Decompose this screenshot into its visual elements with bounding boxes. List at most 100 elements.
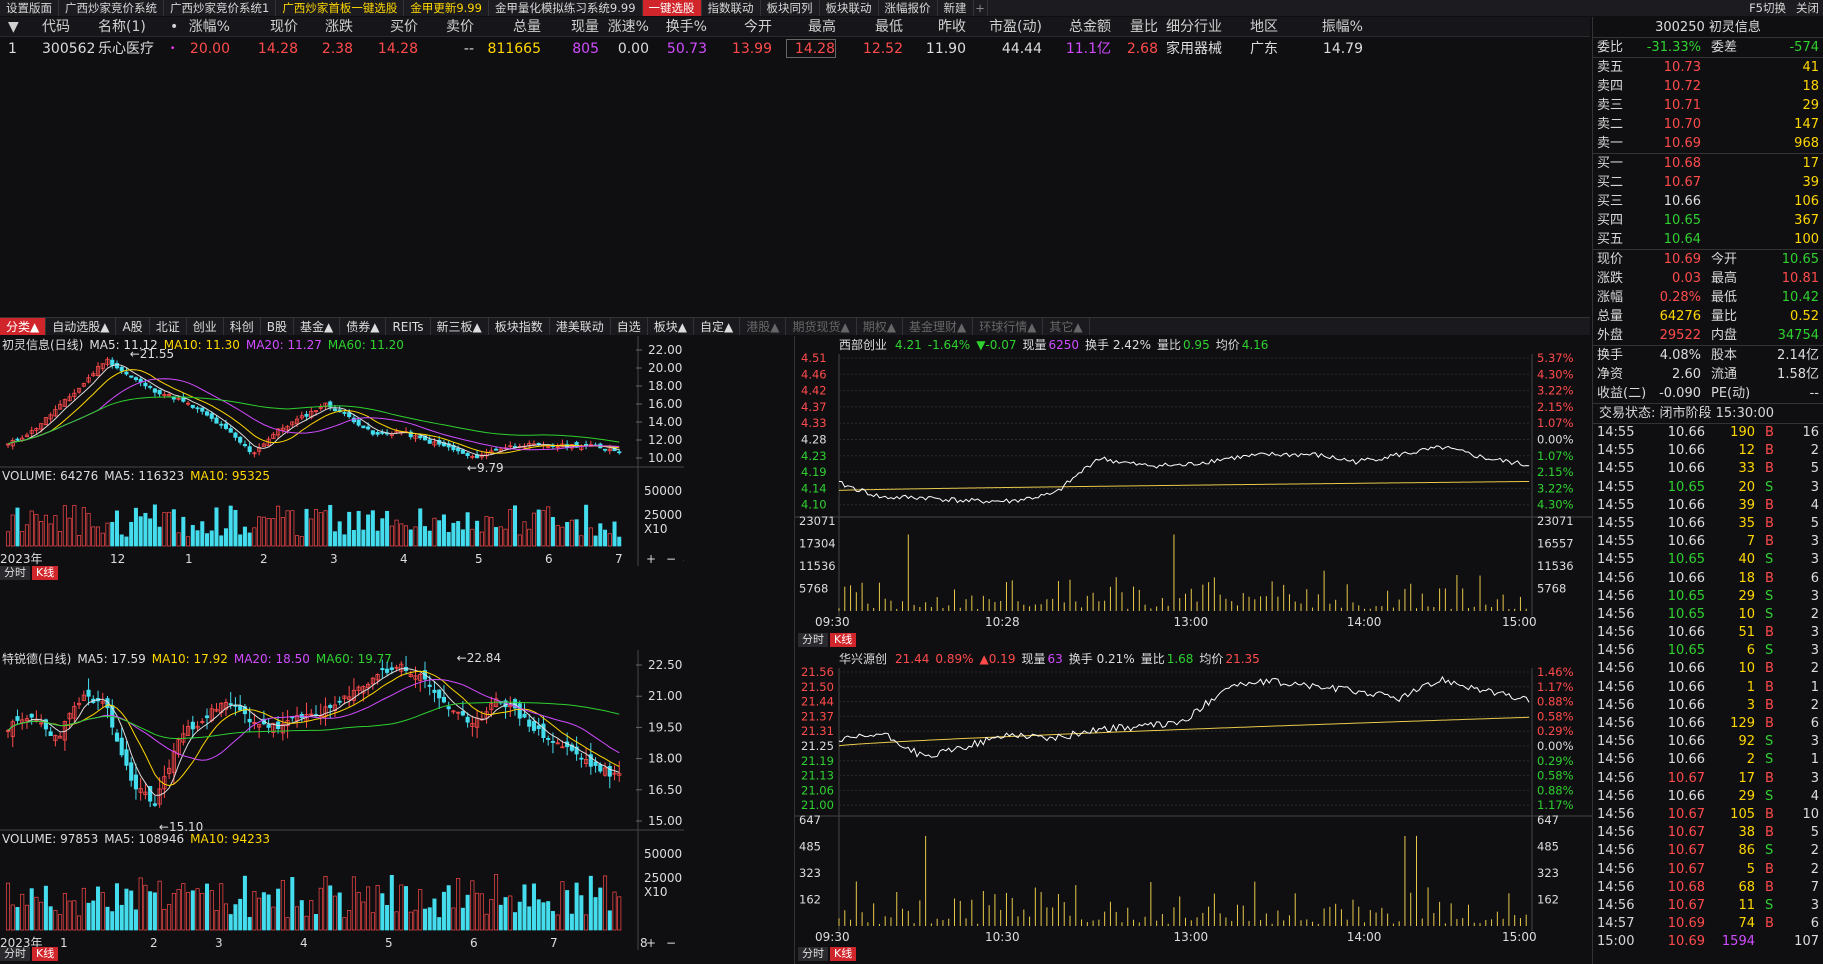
market-tab-12[interactable]: 港美联动 [550, 318, 611, 335]
market-tab-21[interactable]: 其它▲ [1043, 318, 1090, 335]
top-tab-12[interactable]: + [974, 0, 988, 16]
chart-title: 初灵信息(日线) MA5: 11.12 MA10: 11.30 MA20: 11.27… [2, 337, 404, 352]
market-tab-17[interactable]: 期货现货▲ [786, 318, 857, 335]
zoom-out-icon[interactable]: − [666, 552, 676, 566]
sell-level-row[interactable]: 卖一 10.69 968 [1593, 134, 1823, 153]
market-tab-10[interactable]: 新三板▲ [431, 318, 489, 335]
time-label: 10:28 [985, 615, 1020, 629]
grid-header-7[interactable]: 买价 [366, 17, 418, 37]
market-tab-5[interactable]: 科创 [224, 318, 261, 335]
tab-fenshi[interactable]: 分时 [0, 947, 30, 961]
grid-header-19[interactable]: 量比 [1120, 17, 1158, 37]
y-tick-label: 15.00 [648, 814, 682, 828]
grid-header-10[interactable]: 现量 [549, 17, 599, 37]
grid-header-18[interactable]: 总金额 [1052, 17, 1111, 37]
tab-fenshi[interactable]: 分时 [0, 566, 30, 580]
top-tab-11[interactable]: 新建 [938, 0, 974, 16]
intraday-chart-1[interactable]: 西部创业 4.21 -1.64% ▼-0.07 现量 6250 换手 2.42% 量比 0.95… [795, 336, 1592, 631]
market-tab-11[interactable]: 板块指数 [489, 318, 550, 335]
top-tab-0[interactable]: 设置版面 [0, 0, 59, 16]
top-tab-5[interactable]: 金甲量化模拟练习系统9.99 [489, 0, 643, 16]
top-tab-7[interactable]: 指数联动 [702, 0, 761, 16]
top-tab-9[interactable]: 板块联动 [820, 0, 879, 16]
grid-header-14[interactable]: 最高 [786, 17, 836, 37]
tab-kline[interactable]: K线 [830, 947, 857, 961]
grid-header-13[interactable]: 今开 [720, 17, 772, 37]
sell-level-row[interactable]: 卖五 10.73 41 [1593, 58, 1823, 77]
top-tab-6[interactable]: 一键选股 [642, 0, 702, 16]
market-tab-18[interactable]: 期权▲ [857, 318, 903, 335]
grid-header-9[interactable]: 总量 [480, 17, 541, 37]
kline-chart-2[interactable]: 特锐德(日线) MA5: 17.59 MA10: 17.92 MA20: 18.50 M… [0, 650, 684, 950]
tick-time: 14:56 [1597, 661, 1635, 677]
market-tab-14[interactable]: 板块▲ [648, 318, 695, 335]
value: -0.090 [1659, 386, 1701, 401]
grid-header-17[interactable]: 市盈(动) [982, 17, 1042, 37]
tab-kline[interactable]: K线 [32, 947, 59, 961]
top-tab-8[interactable]: 板块同列 [761, 0, 820, 16]
buy-level-row[interactable]: 买一 10.68 17 [1593, 154, 1823, 173]
sell-level-row[interactable]: 卖二 10.70 147 [1593, 115, 1823, 134]
tick-price: 10.66 [1667, 679, 1705, 695]
sell-level-row[interactable]: 卖三 10.71 29 [1593, 96, 1823, 115]
volume-bar [332, 531, 337, 547]
market-tab-2[interactable]: A股 [116, 318, 150, 335]
market-tab-8[interactable]: 债券▲ [340, 318, 387, 335]
tabbar-right-1[interactable]: 关闭 [1796, 0, 1819, 16]
market-tab-13[interactable]: 自选 [611, 318, 648, 335]
zoom-in-icon[interactable]: + [646, 552, 656, 566]
grid-header-20[interactable]: 细分行业 [1166, 17, 1222, 37]
tab-fenshi[interactable]: 分时 [798, 633, 828, 647]
x-tick-label: 2 [150, 936, 158, 950]
volume-title: VOLUME: 64276 MA5: 116323 MA10: 95325 [2, 469, 270, 483]
sell-level-row[interactable]: 卖四 10.72 18 [1593, 77, 1823, 96]
buy-level-row[interactable]: 买二 10.67 39 [1593, 173, 1823, 192]
buy-level-row[interactable]: 买五 10.64 100 [1593, 230, 1823, 249]
top-tab-1[interactable]: 广西炒家竞价系统 [59, 0, 164, 16]
market-tab-19[interactable]: 基金理财▲ [903, 318, 974, 335]
volume-bar [550, 911, 555, 931]
grid-header-12[interactable]: 换手% [660, 17, 707, 37]
grid-header-22[interactable]: 振幅% [1290, 17, 1363, 37]
market-tab-15[interactable]: 自定▲ [694, 318, 741, 335]
grid-header-16[interactable]: 昨收 [915, 17, 966, 37]
market-tab-6[interactable]: B股 [261, 318, 294, 335]
grid-header-3[interactable]: • [170, 17, 178, 37]
pct-axis-label: 2.15% [1537, 400, 1574, 414]
grid-header-5[interactable]: 现价 [244, 17, 298, 37]
market-tab-3[interactable]: 北证 [150, 318, 187, 335]
market-tab-7[interactable]: 基金▲ [294, 318, 341, 335]
top-tab-3[interactable]: 广西炒家首板一键选股 [276, 0, 405, 16]
grid-header-8[interactable]: 卖价 [430, 17, 474, 37]
grid-header-1[interactable]: 代码 [42, 17, 70, 37]
tab-fenshi[interactable]: 分时 [798, 947, 828, 961]
market-tab-9[interactable]: REITs [386, 318, 431, 335]
market-tab-4[interactable]: 创业 [187, 318, 224, 335]
tabbar-right-0[interactable]: F5切换 [1749, 0, 1786, 16]
top-tab-4[interactable]: 金甲更新9.99 [404, 0, 489, 16]
tick-price: 10.66 [1667, 716, 1705, 731]
market-tab-0[interactable]: 分类▲ [0, 318, 47, 335]
market-tab-16[interactable]: 港股▲ [740, 318, 787, 335]
grid-header-15[interactable]: 最低 [850, 17, 903, 37]
grid-header-21[interactable]: 地区 [1250, 17, 1278, 37]
grid-header-2[interactable]: 名称(1) [98, 17, 146, 37]
top-tab-2[interactable]: 广西炒家竞价系统1 [164, 0, 277, 16]
zoom-out-icon[interactable]: − [666, 936, 676, 950]
zoom-in-icon[interactable]: + [646, 936, 656, 950]
intraday-chart-2[interactable]: 华兴源创 21.44 0.89% ▲0.19 现量 63 换手 0.21% 量比 1.68 均价 2… [795, 650, 1592, 946]
tab-kline[interactable]: K线 [32, 566, 59, 580]
market-tab-20[interactable]: 环球行情▲ [973, 318, 1044, 335]
volume-axis-label-right: 485 [1537, 840, 1559, 854]
market-tab-1[interactable]: 自动选股▲ [46, 318, 117, 335]
grid-header-0[interactable]: ▼ [8, 17, 19, 37]
table-row[interactable]: 1 300562 乐心医疗 • 20.00 14.28 2.38 14.28 -- 811665 8… [0, 39, 1590, 59]
buy-level-row[interactable]: 买三 10.66 106 [1593, 192, 1823, 211]
top-tab-10[interactable]: 涨幅报价 [879, 0, 938, 16]
grid-header-6[interactable]: 涨跌 [310, 17, 353, 37]
tab-kline[interactable]: K线 [830, 633, 857, 647]
buy-level-row[interactable]: 买四 10.65 367 [1593, 211, 1823, 230]
grid-header-4[interactable]: 涨幅% [180, 17, 230, 37]
grid-header-11[interactable]: 涨速% [607, 17, 649, 37]
kline-chart-1[interactable]: 初灵信息(日线) MA5: 11.12 MA10: 11.30 MA20: 11.27… [0, 336, 684, 566]
